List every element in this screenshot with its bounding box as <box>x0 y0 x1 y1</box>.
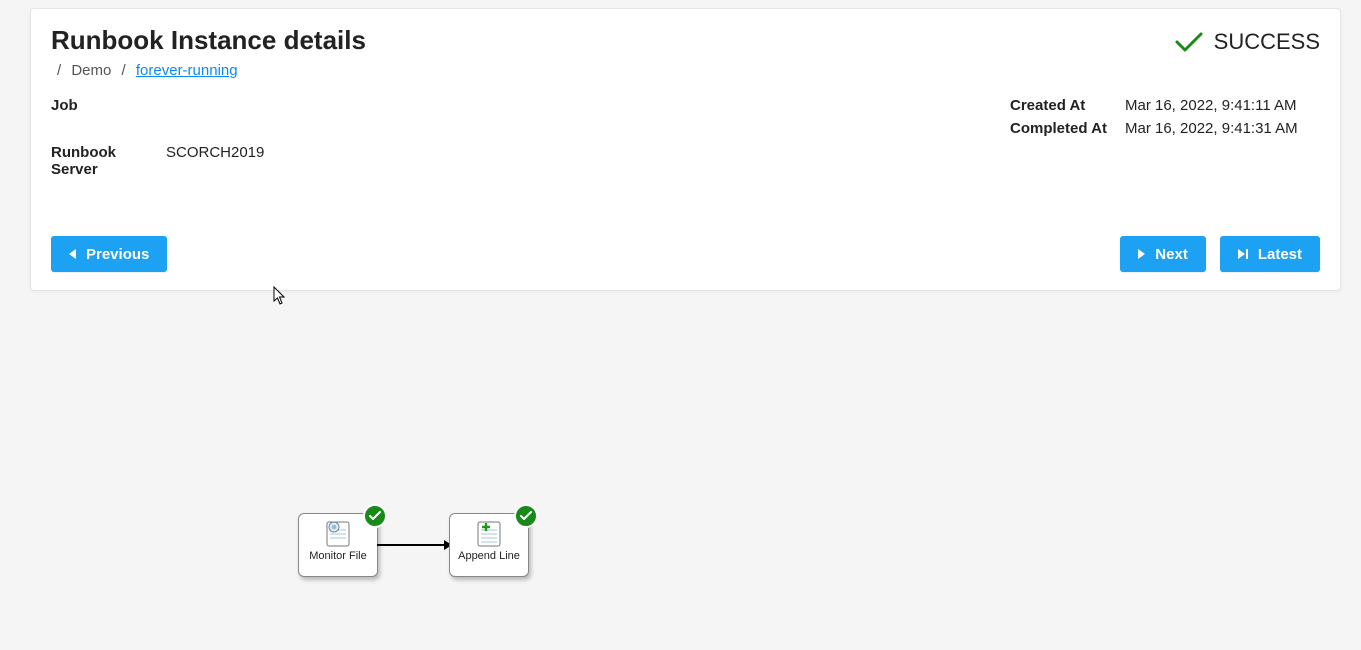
job-label: Job <box>51 97 166 114</box>
chevron-left-icon <box>69 249 76 259</box>
details-left: Job Runbook Server SCORCH2019 <box>51 97 1010 208</box>
created-value: Mar 16, 2022, 9:41:11 AM <box>1125 97 1297 114</box>
monitor-file-icon <box>321 518 355 548</box>
success-badge-icon <box>514 504 538 528</box>
chevron-right-icon <box>1138 249 1145 259</box>
node-label: Append Line <box>458 550 520 562</box>
connector-arrow <box>377 544 451 546</box>
latest-button[interactable]: Latest <box>1220 236 1320 272</box>
status-label: SUCCESS <box>1214 29 1320 55</box>
right-buttons: Next Latest <box>1120 236 1320 272</box>
node-monitor-file[interactable]: Monitor File <box>298 513 378 577</box>
field-job: Job <box>51 97 1010 114</box>
completed-value: Mar 16, 2022, 9:41:31 AM <box>1125 120 1298 137</box>
latest-label: Latest <box>1258 246 1302 263</box>
header-left: Runbook Instance details / Demo / foreve… <box>51 25 366 79</box>
breadcrumb-root: Demo <box>71 62 111 79</box>
success-badge-icon <box>363 504 387 528</box>
button-row: Previous Next Latest <box>51 236 1320 272</box>
server-label: Runbook Server <box>51 144 166 178</box>
next-button[interactable]: Next <box>1120 236 1206 272</box>
append-line-icon <box>472 518 506 548</box>
breadcrumb-current-link[interactable]: forever-running <box>136 62 238 79</box>
status-block: SUCCESS <box>1174 29 1320 55</box>
breadcrumb-sep: / <box>57 62 61 79</box>
success-check-icon <box>1174 31 1204 53</box>
details-right: Created At Mar 16, 2022, 9:41:11 AM Comp… <box>1010 97 1320 208</box>
previous-button[interactable]: Previous <box>51 236 167 272</box>
page-title: Runbook Instance details <box>51 25 366 56</box>
node-label: Monitor File <box>309 550 366 562</box>
node-append-line[interactable]: Append Line <box>449 513 529 577</box>
breadcrumb: / Demo / forever-running <box>51 62 366 79</box>
details-grid: Job Runbook Server SCORCH2019 Created At… <box>51 97 1320 208</box>
server-value: SCORCH2019 <box>166 144 264 178</box>
details-panel: Runbook Instance details / Demo / foreve… <box>30 8 1341 291</box>
workflow-diagram: Monitor File Append Line <box>298 513 529 577</box>
skip-to-end-icon <box>1238 249 1248 259</box>
header-row: Runbook Instance details / Demo / foreve… <box>51 25 1320 79</box>
previous-label: Previous <box>86 246 149 263</box>
field-server: Runbook Server SCORCH2019 <box>51 144 1010 178</box>
field-created: Created At Mar 16, 2022, 9:41:11 AM <box>1010 97 1320 114</box>
breadcrumb-sep: / <box>122 62 126 79</box>
created-label: Created At <box>1010 97 1125 114</box>
completed-label: Completed At <box>1010 120 1125 137</box>
field-completed: Completed At Mar 16, 2022, 9:41:31 AM <box>1010 120 1320 137</box>
mouse-cursor-icon <box>273 286 287 306</box>
next-label: Next <box>1155 246 1188 263</box>
